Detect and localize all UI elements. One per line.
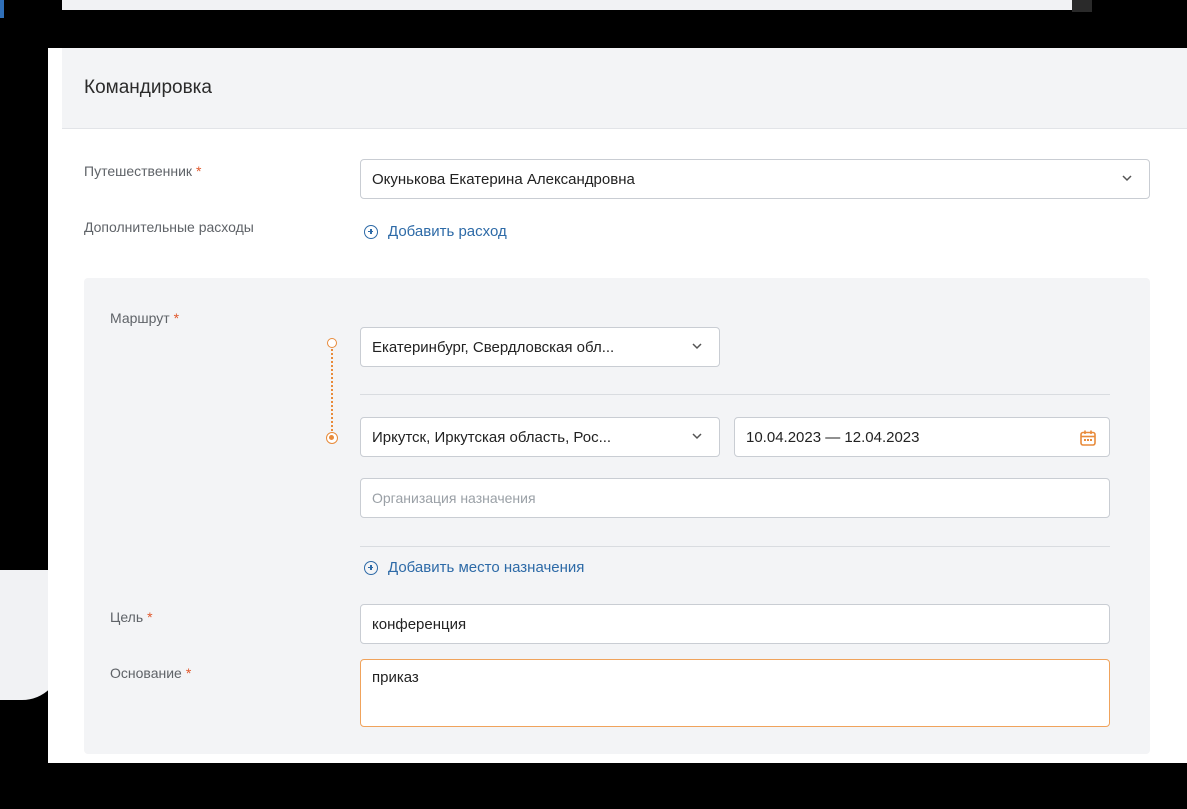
route-destination-select[interactable]: Иркутск, Иркутская область, Рос... — [360, 417, 720, 457]
route-divider-bottom — [360, 546, 1110, 547]
traveler-select[interactable]: Окунькова Екатерина Александровна — [360, 159, 1150, 199]
required-mark: * — [185, 665, 192, 681]
card-header: Командировка — [62, 48, 1187, 129]
card-title: Командировка — [84, 77, 212, 98]
plus-circle-icon — [364, 560, 378, 575]
destination-organization-input[interactable]: Организация назначения — [360, 478, 1110, 518]
trip-form-window: Командировка Путешественник * Окунькова Е… — [48, 48, 1187, 763]
route-label: Маршрут * — [110, 310, 179, 326]
route-destination-value: Иркутск, Иркутская область, Рос... — [372, 429, 612, 446]
purpose-label-text: Цель — [110, 609, 144, 625]
add-destination-link[interactable]: Добавить место назначения — [364, 559, 584, 576]
add-expense-link[interactable]: Добавить расход — [364, 223, 507, 240]
basis-label: Основание * — [110, 665, 191, 681]
extra-expenses-label: Дополнительные расходы — [84, 219, 254, 235]
route-panel: Маршрут * Екатеринбург, Свердловская обл.… — [84, 278, 1150, 754]
traveler-label: Путешественник * — [84, 163, 201, 179]
required-mark: * — [173, 310, 180, 326]
add-destination-label: Добавить место назначения — [388, 559, 585, 576]
background-square — [1072, 0, 1092, 12]
background-accent — [0, 0, 4, 18]
required-mark: * — [147, 609, 153, 625]
route-origin-select[interactable]: Екатеринбург, Свердловская обл... — [360, 327, 720, 367]
required-mark: * — [196, 163, 202, 179]
traveler-value: Окунькова Екатерина Александровна — [372, 171, 635, 188]
basis-value: приказ — [372, 669, 419, 686]
purpose-input[interactable]: конференция — [360, 604, 1110, 644]
chevron-down-icon — [692, 433, 702, 440]
add-expense-label: Добавить расход — [388, 223, 507, 240]
basis-textarea[interactable]: приказ — [360, 659, 1110, 727]
purpose-label: Цель * — [110, 609, 153, 625]
destination-organization-placeholder: Организация назначения — [372, 490, 536, 506]
route-connector — [331, 349, 333, 431]
route-label-text: Маршрут — [110, 310, 170, 326]
route-origin-marker — [327, 338, 337, 348]
route-divider — [360, 394, 1110, 395]
route-origin-value: Екатеринбург, Свердловская обл... — [372, 339, 615, 356]
chevron-down-icon — [1122, 175, 1132, 182]
chevron-down-icon — [692, 343, 702, 350]
date-range-input[interactable]: 10.04.2023 — 12.04.2023 — [734, 417, 1110, 457]
background-strip — [62, 0, 1072, 10]
purpose-value: конференция — [372, 616, 467, 633]
calendar-icon[interactable] — [1079, 429, 1097, 447]
route-destination-marker — [326, 432, 338, 444]
card-body: Путешественник * Окунькова Екатерина Алек… — [62, 129, 1187, 763]
plus-circle-icon — [364, 224, 378, 239]
traveler-label-text: Путешественник — [84, 163, 193, 179]
basis-label-text: Основание — [110, 665, 182, 681]
date-range-value: 10.04.2023 — 12.04.2023 — [746, 429, 920, 446]
